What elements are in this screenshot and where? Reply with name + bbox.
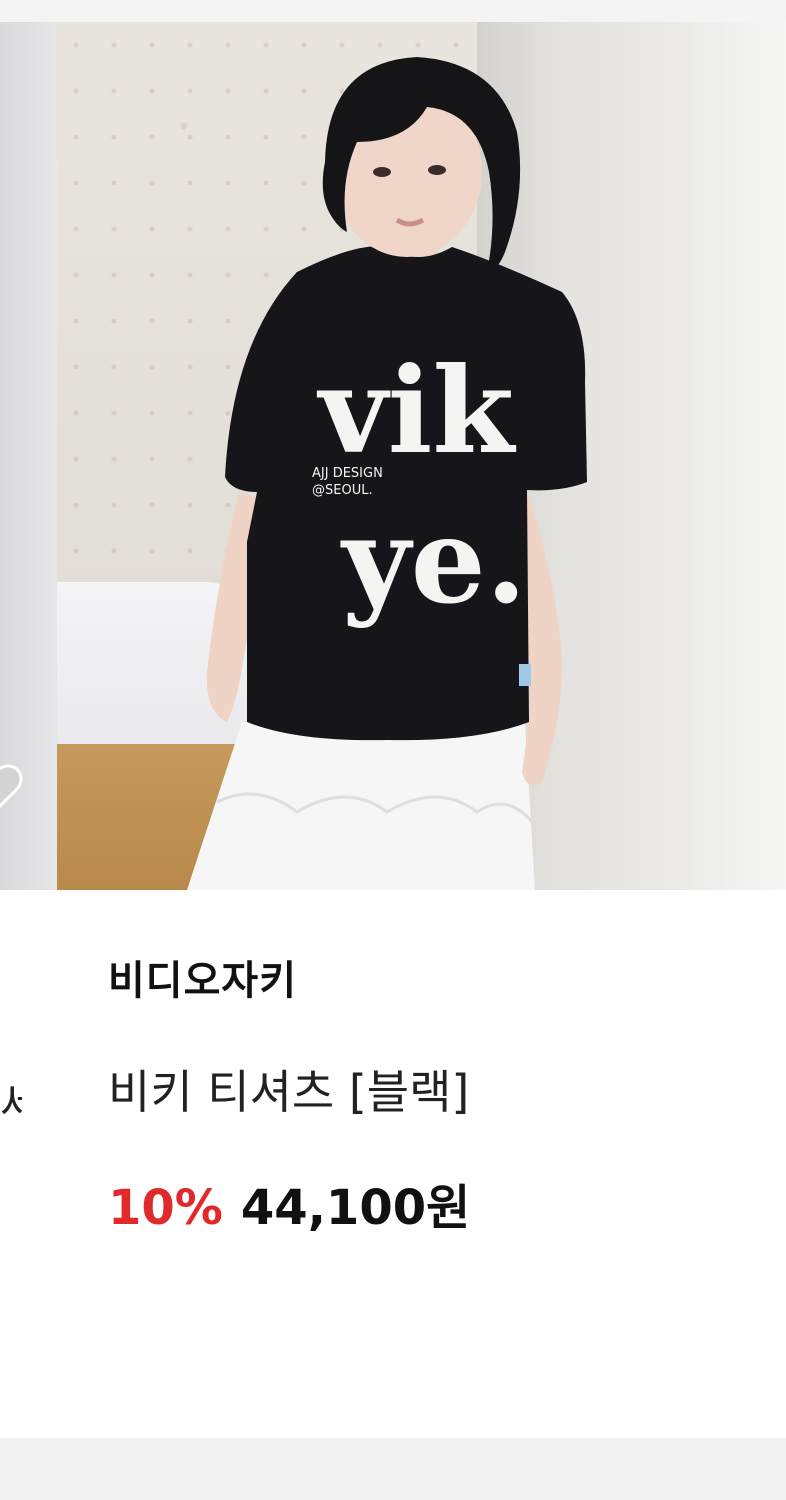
previous-product-name-fragment: 세 <box>0 1079 22 1130</box>
svg-text:AJJ DESIGN: AJJ DESIGN <box>312 466 383 481</box>
svg-text:ye.: ye. <box>340 491 527 630</box>
sale-price: 44,100원 <box>240 1180 471 1236</box>
product-image[interactable]: vik ye. AJJ DESIGN @SEOUL. <box>57 22 692 890</box>
heart-icon[interactable] <box>0 760 24 820</box>
model-illustration: vik ye. AJJ DESIGN @SEOUL. <box>187 57 587 890</box>
svg-text:vik: vik <box>316 341 516 480</box>
svg-text:@SEOUL.: @SEOUL. <box>312 483 373 498</box>
top-strip <box>0 0 786 22</box>
product-info[interactable]: 세 비디오자키 비키 티셔츠 [블랙] 10% 44,100원 <box>0 890 786 1438</box>
discount-rate: 10% <box>108 1180 223 1236</box>
bottom-strip <box>0 1438 786 1500</box>
product-carousel[interactable]: vik ye. AJJ DESIGN @SEOUL. <box>0 22 786 890</box>
previous-product-card[interactable] <box>0 22 57 890</box>
next-product-card[interactable] <box>692 22 786 890</box>
product-name[interactable]: 비키 티셔츠 [블랙] <box>108 1056 469 1122</box>
brand-name[interactable]: 비디오자키 <box>108 948 297 1006</box>
price-row: 10% 44,100원 <box>108 1168 470 1238</box>
